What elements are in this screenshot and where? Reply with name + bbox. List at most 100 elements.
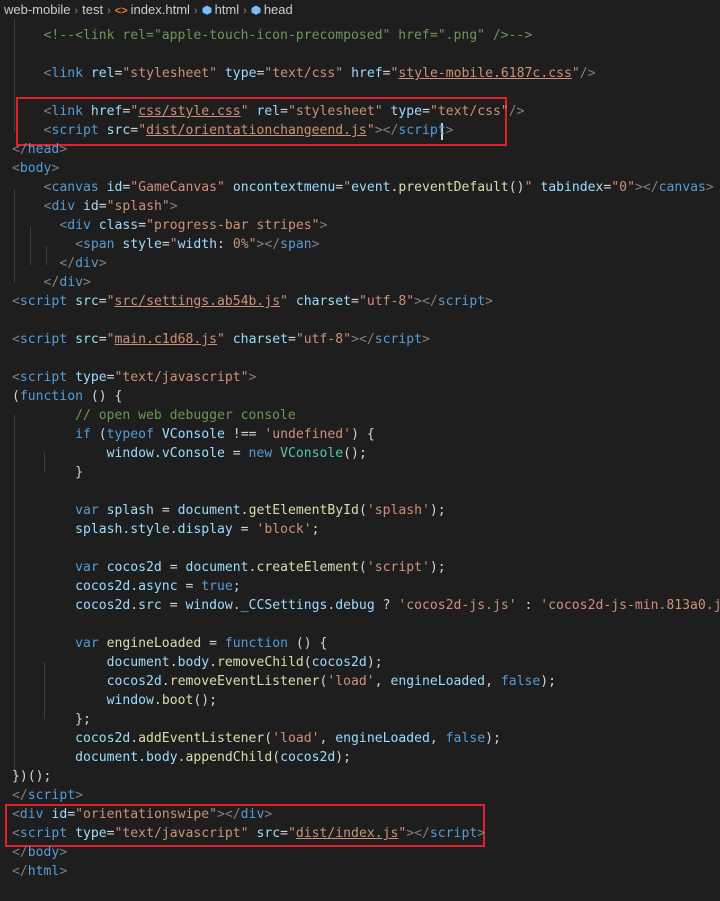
code-line[interactable]: // open web debugger console xyxy=(12,406,296,425)
code-line[interactable]: cocos2d.removeEventListener('load', engi… xyxy=(12,672,556,691)
code-token: type xyxy=(224,66,257,81)
code-token: type xyxy=(75,826,107,841)
code-line[interactable]: <div id="orientationswipe"></div> xyxy=(12,805,272,824)
breadcrumb-item-test[interactable]: test xyxy=(82,2,103,17)
code-token: " xyxy=(138,123,147,138)
code-token: "text/css" xyxy=(264,66,344,81)
breadcrumb-item-index-html[interactable]: index.html xyxy=(131,2,190,17)
code-line[interactable]: <body> xyxy=(12,159,59,178)
code-token: . xyxy=(232,598,241,613)
code-line[interactable]: <link href="css/style.css" rel="styleshe… xyxy=(12,102,525,121)
code-token: < xyxy=(12,332,20,347)
code-token: /> xyxy=(579,66,596,81)
code-token: () xyxy=(508,180,525,195)
code-line[interactable]: <div id="splash"> xyxy=(12,197,178,216)
code-token: () { xyxy=(82,389,123,404)
code-token: canvas xyxy=(658,180,706,195)
code-token: href xyxy=(90,104,123,119)
code-line[interactable]: var engineLoaded = function () { xyxy=(12,634,327,653)
code-token: ); xyxy=(429,560,446,575)
code-token: script xyxy=(51,123,99,138)
code-line[interactable]: var cocos2d = document.createElement('sc… xyxy=(12,558,446,577)
code-line[interactable]: })(); xyxy=(12,767,51,786)
code-token: ); xyxy=(335,750,352,765)
code-line[interactable]: <script src="main.c1d68.js" charset="utf… xyxy=(12,330,430,349)
code-line[interactable]: </body> xyxy=(12,843,67,862)
code-line[interactable]: <!--<link rel="apple-touch-icon-precompo… xyxy=(12,26,533,45)
code-line[interactable]: <canvas id="GameCanvas" oncontextmenu="e… xyxy=(12,178,714,197)
code-token: ); xyxy=(485,731,501,746)
code-token: = xyxy=(161,560,186,575)
code-token: 'load' xyxy=(272,731,320,746)
code-token: window xyxy=(185,598,233,613)
code-line[interactable]: <script src="src/settings.ab54b.js" char… xyxy=(12,292,493,311)
code-line[interactable]: <script type="text/javascript"> xyxy=(12,368,256,387)
code-token: , xyxy=(485,674,501,689)
breadcrumb-item-head[interactable]: head xyxy=(264,2,293,17)
code-line[interactable]: window.boot(); xyxy=(12,691,217,710)
code-token: = xyxy=(201,636,225,651)
code-token: ( xyxy=(272,750,281,765)
code-line[interactable]: <script src="dist/orientationchangeend.j… xyxy=(12,121,454,140)
code-line[interactable]: </html> xyxy=(12,862,67,881)
breadcrumb-item-web-mobile[interactable]: web-mobile xyxy=(4,2,70,17)
breadcrumb-item-html[interactable]: html xyxy=(215,2,240,17)
code-line[interactable]: (function () { xyxy=(12,387,122,406)
code-token: "text/javascript" xyxy=(114,826,249,841)
code-line[interactable]: }; xyxy=(12,710,91,729)
code-line[interactable]: var splash = document.getElementById('sp… xyxy=(12,501,446,520)
code-line[interactable]: </div> xyxy=(12,254,106,273)
code-token: (); xyxy=(193,693,218,708)
element-cube-icon xyxy=(202,5,212,15)
code-line[interactable]: <span style="width: 0%"></span> xyxy=(12,235,319,254)
code-line[interactable]: document.body.appendChild(cocos2d); xyxy=(12,748,351,767)
code-line[interactable]: <link rel="stylesheet" type="text/css" h… xyxy=(12,64,596,83)
code-token: engineLoaded xyxy=(335,731,430,746)
code-token: engineLoaded xyxy=(390,674,486,689)
code-token: style xyxy=(122,237,162,252)
code-line[interactable]: document.body.removeChild(cocos2d); xyxy=(12,653,383,672)
code-token: , xyxy=(374,674,391,689)
code-token: cocos2d xyxy=(75,731,131,746)
code-editor[interactable]: <!--<link rel="apple-touch-icon-precompo… xyxy=(0,19,720,901)
chevron-right-icon: › xyxy=(243,5,247,17)
code-line[interactable]: } xyxy=(12,463,83,482)
code-line[interactable]: splash.style.display = 'block'; xyxy=(12,520,319,539)
code-token: splash xyxy=(106,503,154,518)
code-token: div xyxy=(19,807,44,822)
code-token: head xyxy=(27,142,60,157)
code-token: tabindex xyxy=(540,180,604,195)
code-token: = xyxy=(161,237,170,252)
code-line[interactable]: </head> xyxy=(12,140,67,159)
code-token: </ xyxy=(59,256,76,271)
code-token: ></ xyxy=(374,123,399,138)
code-line[interactable]: <div class="progress-bar stripes"> xyxy=(12,216,327,235)
code-line[interactable]: </script> xyxy=(12,786,83,805)
code-token: < xyxy=(12,294,20,309)
code-token: " xyxy=(217,332,225,347)
code-line[interactable]: if (typeof VConsole !== 'undefined') { xyxy=(12,425,375,444)
code-token: document xyxy=(177,503,241,518)
code-line[interactable]: cocos2d.async = true; xyxy=(12,577,241,596)
code-token: vConsole xyxy=(161,446,225,461)
code-line[interactable]: <script type="text/javascript" src="dist… xyxy=(12,824,485,843)
code-token: appendChild xyxy=(185,750,273,765)
code-token: css/style.css xyxy=(138,104,241,119)
code-line[interactable]: window.vConsole = new VConsole(); xyxy=(12,444,367,463)
code-line[interactable]: cocos2d.addEventListener('load', engineL… xyxy=(12,729,501,748)
code-token: "orientationswipe" xyxy=(75,807,218,822)
code-token: = xyxy=(98,332,107,347)
code-line[interactable]: cocos2d.src = window._CCSettings.debug ?… xyxy=(12,596,720,615)
code-line[interactable]: </div> xyxy=(12,273,91,292)
